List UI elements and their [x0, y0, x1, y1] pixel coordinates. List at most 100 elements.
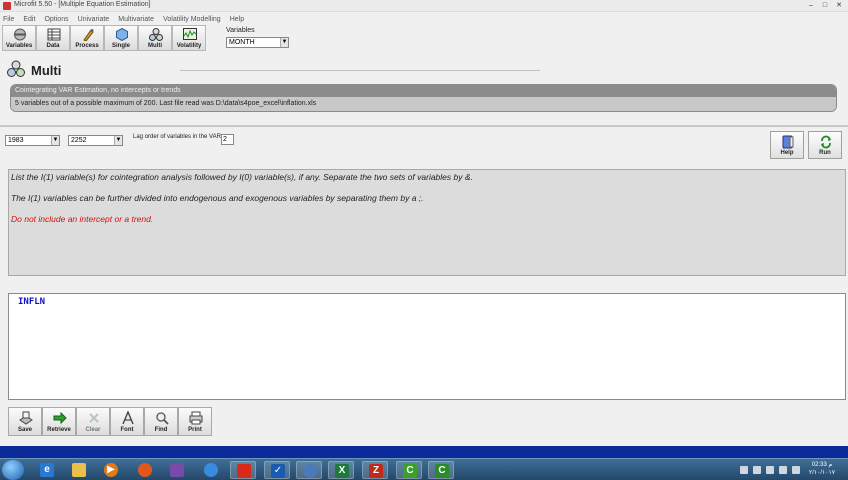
chevron-down-icon: ▼ [114, 136, 122, 145]
single-button[interactable]: Single [104, 25, 138, 51]
variables-selector-group: Variables [226, 27, 255, 34]
tray-arrow-icon[interactable] [740, 466, 748, 474]
lag-order-value: 2 [223, 136, 227, 143]
help-book-icon [782, 135, 794, 149]
multi-button-label: Multi [148, 43, 162, 49]
variables-icon [14, 28, 26, 41]
print-button-label: Print [188, 427, 202, 433]
multi-button[interactable]: Multi [138, 25, 172, 51]
lag-order-label: Lag order of variables in the VAR [133, 134, 221, 140]
restore-button[interactable]: □ [820, 1, 830, 10]
start-button[interactable] [2, 460, 24, 480]
tray-network-icon[interactable] [753, 466, 762, 474]
section-divider [0, 125, 848, 127]
font-icon [122, 411, 134, 425]
header-divider [180, 70, 540, 71]
volatility-icon [183, 28, 197, 40]
end-period-value: 2252 [71, 137, 87, 144]
variables-dropdown-value: MONTH [229, 39, 255, 46]
chevron-down-icon: ▼ [51, 136, 59, 145]
variables-dropdown[interactable]: MONTH ▼ [226, 37, 289, 48]
print-icon [189, 411, 203, 425]
taskbar-filezilla-icon[interactable]: Z [362, 461, 388, 479]
retrieve-button-label: Retrieve [47, 427, 71, 433]
single-icon [116, 28, 128, 41]
window-title: Microfit 5.50 - [Multiple Equation Estim… [14, 1, 151, 8]
windows-taskbar: e ▶ ✓ X Z C C 02:33 م ٢/١٠/١٠١٧ [0, 458, 848, 480]
file-info: 5 variables out of a possible maximum of… [11, 97, 836, 111]
process-icon [83, 29, 94, 41]
find-button[interactable]: Find [144, 407, 178, 436]
tray-flag-icon[interactable] [766, 466, 775, 474]
variables-button-label: Variables [5, 43, 33, 49]
tray-language-icon[interactable] [792, 466, 801, 474]
process-button-label: Process [75, 43, 99, 49]
close-button[interactable]: ✕ [834, 1, 844, 10]
instructions-panel: List the I(1) variable(s) for cointegrat… [8, 169, 846, 276]
help-button-label: Help [780, 150, 794, 156]
process-button[interactable]: Process [70, 25, 104, 51]
taskbar-clock[interactable]: 02:33 م ٢/١٠/١٠١٧ [804, 461, 840, 477]
end-period-dropdown[interactable]: 2252 ▼ [68, 135, 123, 146]
title-bar: Microfit 5.50 - [Multiple Equation Estim… [0, 0, 848, 12]
retrieve-button[interactable]: Retrieve [42, 407, 76, 436]
editor-toolbar: Save Retrieve Clear Font Find Print [8, 407, 212, 436]
tray-volume-icon[interactable] [779, 466, 788, 474]
taskbar-firefox-icon[interactable] [132, 461, 158, 479]
minimize-button[interactable]: – [806, 1, 816, 10]
taskbar-vs-icon[interactable] [164, 461, 190, 479]
print-button[interactable]: Print [178, 407, 212, 436]
chevron-down-icon: ▼ [280, 38, 288, 47]
status-bar [0, 446, 848, 458]
volatility-button-label: Volatility [176, 43, 202, 49]
lag-order-input[interactable]: 2 [221, 134, 234, 145]
retrieve-icon [53, 411, 67, 425]
taskbar-camtasia-recorder-icon[interactable]: C [428, 461, 454, 479]
taskbar-media-player-icon[interactable]: ▶ [98, 461, 124, 479]
microfit-app-icon [3, 2, 11, 10]
estimation-description: Cointegrating VAR Estimation, no interce… [11, 85, 836, 97]
volatility-button[interactable]: Volatility [172, 25, 206, 51]
data-button[interactable]: Data [36, 25, 70, 51]
save-button-label: Save [17, 427, 32, 433]
main-toolbar: Variables Data Process Single Multi Vola… [2, 25, 206, 51]
taskbar-excel-icon[interactable]: X [328, 461, 354, 479]
menu-help[interactable]: Help [227, 14, 247, 26]
start-period-dropdown[interactable]: 1983 ▼ [5, 135, 60, 146]
taskbar-camtasia-icon[interactable]: C [396, 461, 422, 479]
save-button[interactable]: Save [8, 407, 42, 436]
clock-date: ٢/١٠/١٠١٧ [809, 470, 835, 476]
clear-button-label: Clear [85, 427, 101, 433]
instruction-warning: Do not include an intercept or a trend. [11, 214, 154, 224]
page-title: Multi [31, 63, 62, 78]
instruction-line-1: List the I(1) variable(s) for cointegrat… [11, 172, 473, 182]
run-button[interactable]: Run [808, 131, 842, 159]
find-icon [156, 412, 169, 425]
system-tray [740, 461, 804, 479]
editor-content[interactable]: INFLN [18, 297, 836, 307]
single-button-label: Single [111, 43, 130, 49]
taskbar-check-icon[interactable]: ✓ [264, 461, 290, 479]
data-icon [47, 28, 61, 41]
taskbar-app-icon[interactable] [296, 461, 322, 479]
taskbar-ie-icon[interactable]: e [34, 461, 60, 479]
run-icon [821, 135, 831, 149]
multi-icon [149, 28, 163, 41]
variables-label: Variables [226, 27, 255, 34]
save-icon [19, 411, 33, 425]
taskbar-explorer-icon[interactable] [66, 461, 92, 479]
taskbar-chrome-icon[interactable] [198, 461, 224, 479]
command-editor[interactable]: INFLN [8, 293, 846, 400]
clear-button[interactable]: Clear [76, 407, 110, 436]
font-button[interactable]: Font [110, 407, 144, 436]
taskbar-pdf-icon[interactable] [230, 461, 256, 479]
info-panel: Cointegrating VAR Estimation, no interce… [10, 84, 837, 112]
multi-header-icon [7, 60, 25, 77]
clock-time: 02:33 م [811, 462, 833, 468]
help-button[interactable]: Help [770, 131, 804, 159]
instruction-line-2: The I(1) variables can be further divide… [11, 193, 424, 203]
start-period-value: 1983 [8, 137, 24, 144]
data-button-label: Data [46, 43, 60, 49]
run-button-label: Run [819, 150, 831, 156]
variables-button[interactable]: Variables [2, 25, 36, 51]
